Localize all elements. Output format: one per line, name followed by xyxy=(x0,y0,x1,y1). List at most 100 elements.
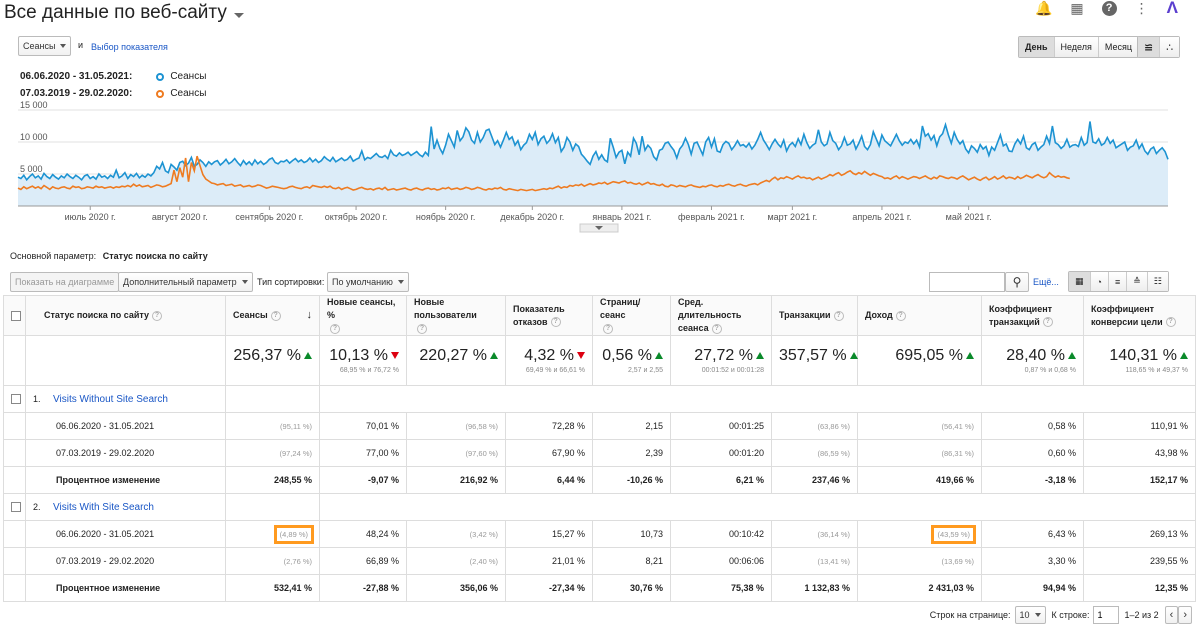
report-table: Статус поиска по сайту? Сеансы? ↓ Новые с… xyxy=(3,295,1196,602)
motion-chart-icon[interactable]: ∴ xyxy=(1160,37,1180,57)
more-link[interactable]: Ещё... xyxy=(1033,277,1059,287)
table-cell: (97,24 %) xyxy=(225,439,320,467)
bell-icon[interactable]: 🔔 xyxy=(1035,1,1052,15)
choose-metric-link[interactable]: Выбор показателя xyxy=(91,42,168,52)
pie-view-icon[interactable]: ◔ xyxy=(1090,272,1109,291)
total-sub-value: 68,95 % и 76,72 % xyxy=(339,367,399,374)
table-row: 07.03.2019 - 29.02.2020 (2,76 %) 66,89 % (2… xyxy=(3,547,1196,575)
group-name-link[interactable]: Visits With Site Search xyxy=(53,502,154,513)
table-cell: 0,58 % xyxy=(981,412,1084,440)
total-sub-value xyxy=(865,367,974,374)
select-all-checkbox[interactable] xyxy=(3,295,26,336)
apps-grid-icon[interactable]: ▦ xyxy=(1070,1,1083,15)
prev-page-icon[interactable]: ‹ xyxy=(1164,606,1179,624)
table-cell: 356,06 % xyxy=(406,574,506,602)
col-header-avg-duration[interactable]: Сред. длительность сеанса? xyxy=(670,295,772,336)
col-header-pages-per-session[interactable]: Страниц/сеанс? xyxy=(592,295,671,336)
chevron-down-icon xyxy=(1034,613,1041,617)
total-cell: 357,57 % xyxy=(771,335,858,386)
help-icon: ? xyxy=(711,323,722,334)
show-on-chart-button[interactable]: Показать на диаграмме xyxy=(10,272,120,292)
group-row: 2. Visits With Site Search xyxy=(3,493,1196,521)
arrow-down-icon xyxy=(577,352,585,359)
col-header-transaction-rate[interactable]: Коэффициент транзакций? xyxy=(981,295,1084,336)
table-cell: (63,86 %) xyxy=(771,412,858,440)
x-tick-label: апрель 2021 г. xyxy=(852,212,911,222)
help-icon: ? xyxy=(270,310,281,321)
chevron-down-icon xyxy=(60,44,67,48)
help-icon: ? xyxy=(1042,317,1053,328)
col-header-sessions[interactable]: Сеансы? ↓ xyxy=(225,295,320,336)
table-cell: 237,46 % xyxy=(771,466,858,494)
checkbox-icon xyxy=(11,310,21,321)
period-day-button[interactable]: День xyxy=(1019,37,1055,57)
row-label: 06.06.2020 - 31.05.2021 xyxy=(25,520,226,548)
pivot-view-icon[interactable]: ☷ xyxy=(1147,272,1168,291)
table-cell: 6,43 % xyxy=(981,520,1084,548)
total-cell: 27,72 % 00:01:52 и 00:01:28 xyxy=(670,335,772,386)
table-cell: 2 431,03 % xyxy=(857,574,982,602)
row-label: 06.06.2020 - 31.05.2021 xyxy=(25,412,226,440)
table-row: 06.06.2020 - 31.05.2021 (4,89 %) 48,24 % (3… xyxy=(3,520,1196,548)
total-value: 0,56 % xyxy=(602,347,652,364)
more-vert-icon[interactable]: ⋮ xyxy=(1135,1,1149,15)
sort-select[interactable]: По умолчанию xyxy=(327,272,409,292)
total-cell: 0,56 % 2,57 и 2,55 xyxy=(592,335,671,386)
col-header-dimension[interactable]: Статус поиска по сайту? xyxy=(25,295,226,336)
table-cell: 00:01:25 xyxy=(670,412,772,440)
total-value: 4,32 % xyxy=(524,347,574,364)
next-page-icon[interactable]: › xyxy=(1178,606,1192,624)
comparison-view-icon[interactable]: ≙ xyxy=(1127,272,1148,291)
col-header-goal-conversion[interactable]: Коэффициент конверсии цели? xyxy=(1083,295,1196,336)
performance-view-icon[interactable]: ≡ xyxy=(1108,272,1128,291)
line-chart-icon[interactable]: ≌ xyxy=(1138,37,1161,57)
row-checkbox[interactable] xyxy=(3,385,26,413)
total-cell: 28,40 % 0,87 % и 0,68 % xyxy=(981,335,1084,386)
help-icon[interactable]: ? xyxy=(1101,0,1117,16)
table-search-input[interactable] xyxy=(929,272,1005,292)
checkbox-icon xyxy=(11,502,21,513)
period-week-button[interactable]: Неделя xyxy=(1054,37,1099,57)
total-value: 28,40 % xyxy=(1006,347,1065,364)
group-name-link[interactable]: Visits Without Site Search xyxy=(53,394,168,405)
total-value: 695,05 % xyxy=(895,347,963,364)
help-icon: ? xyxy=(550,317,561,328)
table-cell: 77,00 % xyxy=(319,439,407,467)
table-cell: 48,24 % xyxy=(319,520,407,548)
arrow-up-icon xyxy=(756,352,764,359)
total-cell: 695,05 % xyxy=(857,335,982,386)
table-cell: (13,41 %) xyxy=(771,547,858,575)
goto-row-input[interactable] xyxy=(1093,606,1120,624)
col-header-bounce-rate[interactable]: Показатель отказов? xyxy=(505,295,593,336)
y-tick-label: 15 000 xyxy=(20,100,48,110)
table-cell: 72,28 % xyxy=(505,412,593,440)
period-toggle: День Неделя Месяц xyxy=(1018,36,1140,58)
col-header-transactions[interactable]: Транзакции? xyxy=(771,295,858,336)
page-title-dropdown[interactable]: Все данные по веб-сайту xyxy=(4,2,244,24)
arrow-up-icon xyxy=(849,352,858,359)
table-cell: (86,59 %) xyxy=(771,439,858,467)
and-label: и xyxy=(78,40,84,50)
table-cell: 00:10:42 xyxy=(670,520,772,548)
help-icon: ? xyxy=(833,310,844,321)
sort-arrow-down-icon: ↓ xyxy=(306,309,313,321)
table-cell: 12,35 % xyxy=(1083,574,1196,602)
metric-select[interactable]: Сеансы xyxy=(18,36,72,56)
period-month-button[interactable]: Месяц xyxy=(1098,37,1139,57)
col-header-new-sessions[interactable]: Новые сеансы, %? xyxy=(319,295,407,336)
table-view-icon[interactable]: ▦ xyxy=(1069,272,1091,291)
table-cell: 70,01 % xyxy=(319,412,407,440)
col-header-new-users[interactable]: Новые пользователи? xyxy=(406,295,506,336)
table-row: 06.06.2020 - 31.05.2021 (95,11 %) 70,01 %(… xyxy=(3,412,1196,440)
rows-per-page-select[interactable]: 10 xyxy=(1014,606,1046,624)
help-icon: ? xyxy=(895,310,906,321)
primary-dimension: Основной параметр: Статус поиска по сайт… xyxy=(10,251,208,261)
secondary-dimension-select[interactable]: Дополнительный параметр xyxy=(118,272,253,292)
row-label: Процентное изменение xyxy=(25,574,226,602)
group-index: 1. xyxy=(33,393,41,404)
row-checkbox[interactable] xyxy=(3,493,26,521)
search-icon[interactable]: ⚲ xyxy=(1005,272,1029,292)
row-label: Процентное изменение xyxy=(25,466,226,494)
brand-logo-icon: Λ xyxy=(1166,0,1178,17)
col-header-revenue[interactable]: Доход? xyxy=(857,295,982,336)
